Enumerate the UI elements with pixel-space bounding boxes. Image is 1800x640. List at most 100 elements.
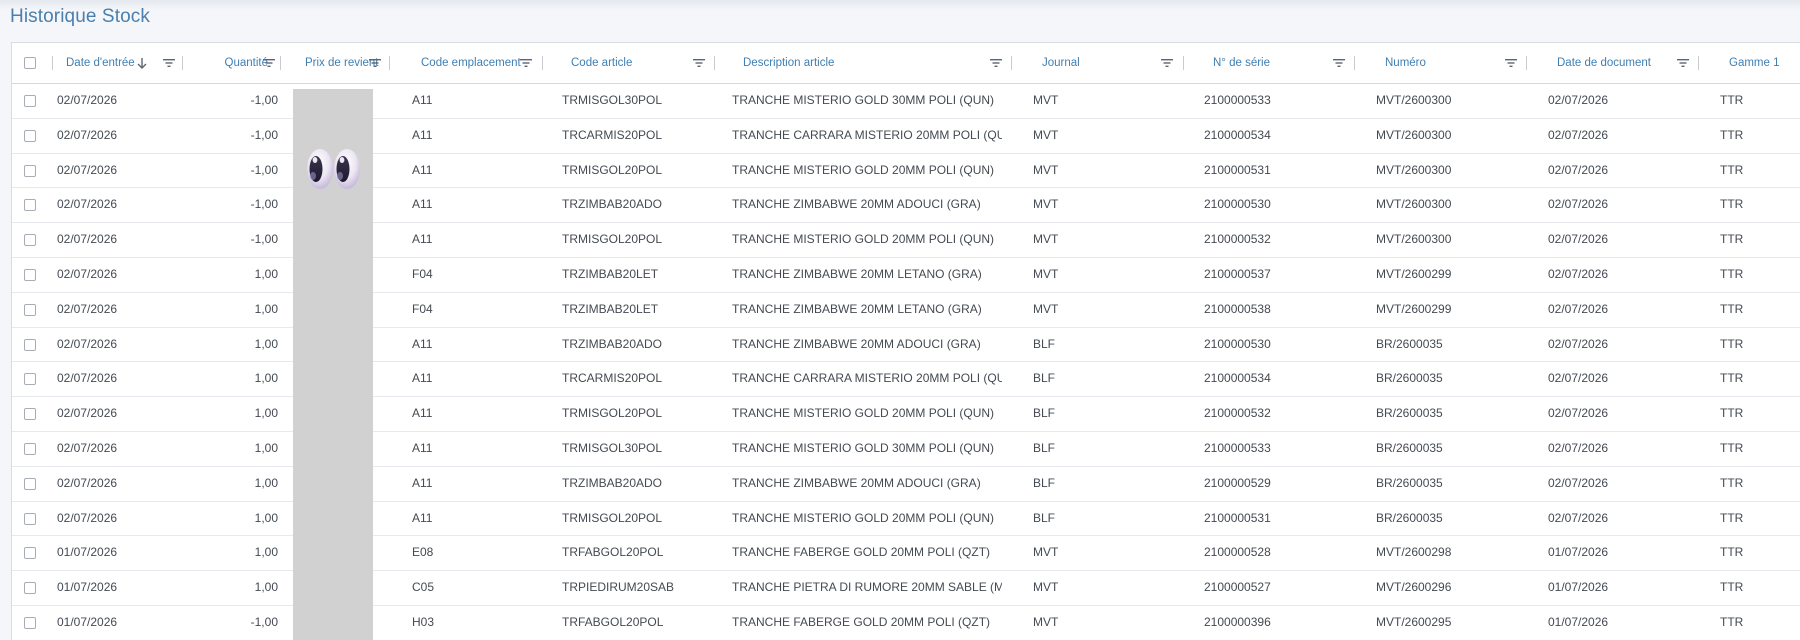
row-checkbox[interactable] [24, 373, 36, 386]
filter-icon[interactable] [1332, 56, 1346, 70]
cell-journal: MVT [1033, 93, 1059, 107]
cell-date-document: 02/07/2026 [1548, 267, 1609, 281]
cell-date-entree: 02/07/2026 [57, 93, 118, 107]
cell-gamme1: TTR [1720, 336, 1744, 351]
row-checkbox[interactable] [24, 617, 36, 629]
filter-icon[interactable] [1504, 56, 1518, 70]
column-header-description-article[interactable]: Description article [743, 43, 1023, 83]
filter-icon[interactable] [1160, 56, 1174, 70]
row-checkbox[interactable] [24, 547, 36, 560]
row-checkbox[interactable] [24, 199, 36, 212]
cell-code-emplacement: A11 [412, 406, 433, 421]
cell-description-article: TRANCHE ZIMBABWE 20MM LETANO (GRA) [732, 301, 982, 316]
cost-price-mask [293, 89, 373, 640]
cell-numero-serie: 2100000531 [1204, 510, 1271, 525]
cell-description-article: TRANCHE ZIMBABWE 20MM ADOUCI (GRA) [732, 197, 981, 212]
table-row[interactable]: 02/07/2026 1,00 F04 TRZIMBAB20LET TRANCHE ZI… [12, 292, 1800, 328]
sort-descending-icon[interactable] [136, 56, 148, 70]
table-row[interactable]: 01/07/2026 1,00 E08 TRFABGOL20POL TRANCHE FA… [12, 536, 1800, 572]
row-checkbox[interactable] [24, 443, 36, 455]
row-checkbox[interactable] [24, 512, 36, 525]
cell-quantite: 1,00 [254, 371, 278, 386]
column-separator[interactable] [280, 56, 281, 70]
cell-quantite: -1,00 [250, 197, 278, 212]
cell-gamme1: TTR [1720, 127, 1744, 142]
filter-icon[interactable] [368, 56, 382, 70]
table-row[interactable]: 02/07/2026 1,00 F04 TRZIMBAB20LET TRANCHE ZI… [12, 258, 1800, 293]
column-header-label: Description article [743, 57, 835, 69]
column-separator[interactable] [1011, 56, 1012, 70]
cell-gamme1: TTR [1720, 475, 1744, 490]
row-checkbox[interactable] [24, 408, 36, 421]
column-header-prix-revient[interactable]: Prix de revient [305, 43, 405, 83]
column-separator[interactable] [1526, 56, 1527, 70]
table-row[interactable]: 02/07/2026 1,00 A11 TRMISGOL20POL TRANCHE MI… [12, 397, 1800, 432]
cell-code-article: TRMISGOL30POL [562, 93, 663, 107]
row-checkbox[interactable] [24, 582, 36, 595]
column-header-quantite[interactable]: Quantité [162, 43, 268, 83]
cell-numero: MVT/2600299 [1376, 301, 1452, 316]
cell-quantite: -1,00 [250, 232, 278, 247]
column-separator[interactable] [542, 56, 543, 70]
table-row[interactable]: 02/07/2026 1,00 A11 TRCARMIS20POL TRANCHE CA… [12, 362, 1800, 398]
row-checkbox[interactable] [24, 129, 36, 142]
cell-numero-serie: 2100000534 [1204, 371, 1271, 386]
cell-quantite: 1,00 [254, 510, 278, 525]
table-row[interactable]: 02/07/2026 1,00 A11 TRZIMBAB20ADO TRANCHE ZI… [12, 466, 1800, 502]
cell-description-article: TRANCHE ZIMBABWE 20MM LETANO (GRA) [732, 267, 982, 281]
cell-journal: MVT [1033, 197, 1059, 212]
table-row[interactable]: 02/07/2026 -1,00 A11 TRMISGOL20POL TRANCHE M… [12, 153, 1800, 189]
cell-gamme1: TTR [1720, 615, 1744, 629]
select-all-checkbox[interactable] [24, 57, 36, 69]
column-header-journal[interactable]: Journal [1042, 43, 1212, 83]
cell-code-article: TRFABGOL20POL [562, 615, 664, 629]
row-checkbox[interactable] [24, 477, 36, 490]
cell-quantite: 1,00 [254, 406, 278, 421]
table-row[interactable]: 02/07/2026 -1,00 A11 TRMISGOL30POL TRANCHE M… [12, 84, 1800, 119]
filter-icon[interactable] [262, 56, 276, 70]
row-checkbox[interactable] [24, 164, 36, 177]
column-header-numero[interactable]: Numéro [1385, 43, 1555, 83]
table-row[interactable]: 02/07/2026 1,00 A11 TRMISGOL30POL TRANCHE MI… [12, 432, 1800, 467]
filter-icon[interactable] [1676, 56, 1690, 70]
table-row[interactable]: 01/07/2026 -1,00 H03 TRFABGOL20POL TRANCHE F… [12, 606, 1800, 640]
cell-date-entree: 02/07/2026 [57, 197, 118, 212]
cell-code-article: TRMISGOL20POL [562, 232, 663, 247]
column-separator[interactable] [52, 56, 53, 70]
column-separator[interactable] [1183, 56, 1184, 70]
filter-icon[interactable] [692, 56, 706, 70]
table-row[interactable]: 02/07/2026 1,00 A11 TRMISGOL20POL TRANCHE MI… [12, 501, 1800, 537]
cell-gamme1: TTR [1720, 197, 1744, 212]
table-row[interactable]: 01/07/2026 1,00 C05 TRPIEDIRUM20SAB TRANCHE … [12, 571, 1800, 606]
row-checkbox[interactable] [24, 338, 36, 351]
row-checkbox[interactable] [24, 303, 36, 316]
cell-quantite: 1,00 [254, 475, 278, 490]
table-row[interactable]: 02/07/2026 -1,00 A11 TRCARMIS20POL TRANCHE C… [12, 118, 1800, 154]
row-checkbox[interactable] [24, 234, 36, 247]
cell-code-emplacement: A11 [412, 232, 433, 247]
cell-quantite: -1,00 [250, 162, 278, 177]
column-header-gamme1[interactable]: Gamme 1 [1729, 43, 1800, 83]
filter-icon[interactable] [989, 56, 1003, 70]
filter-icon[interactable] [519, 56, 533, 70]
column-header-label: Journal [1042, 57, 1080, 69]
column-separator[interactable] [714, 56, 715, 70]
cell-code-article: TRZIMBAB20LET [562, 267, 659, 281]
cell-code-emplacement: A11 [412, 371, 433, 386]
column-header-code-article[interactable]: Code article [571, 43, 741, 83]
table-row[interactable]: 02/07/2026 -1,00 A11 TRZIMBAB20ADO TRANCHE Z… [12, 188, 1800, 224]
column-separator[interactable] [1698, 56, 1699, 70]
column-separator[interactable] [389, 56, 390, 70]
table-row[interactable]: 02/07/2026 1,00 A11 TRZIMBAB20ADO TRANCHE ZI… [12, 327, 1800, 363]
table-row[interactable]: 02/07/2026 -1,00 A11 TRMISGOL20POL TRANCHE M… [12, 223, 1800, 258]
column-header-numero-serie[interactable]: N° de série [1213, 43, 1383, 83]
page-title: Historique Stock [10, 6, 150, 27]
row-checkbox[interactable] [24, 95, 36, 107]
row-checkbox[interactable] [24, 269, 36, 281]
cell-numero: BR/2600035 [1376, 510, 1443, 525]
column-header-date-document[interactable]: Date de document [1557, 43, 1727, 83]
cell-date-entree: 01/07/2026 [57, 615, 118, 629]
column-separator[interactable] [1354, 56, 1355, 70]
column-header-code-emplacement[interactable]: Code emplacement [421, 43, 561, 83]
cell-date-document: 02/07/2026 [1548, 406, 1609, 421]
